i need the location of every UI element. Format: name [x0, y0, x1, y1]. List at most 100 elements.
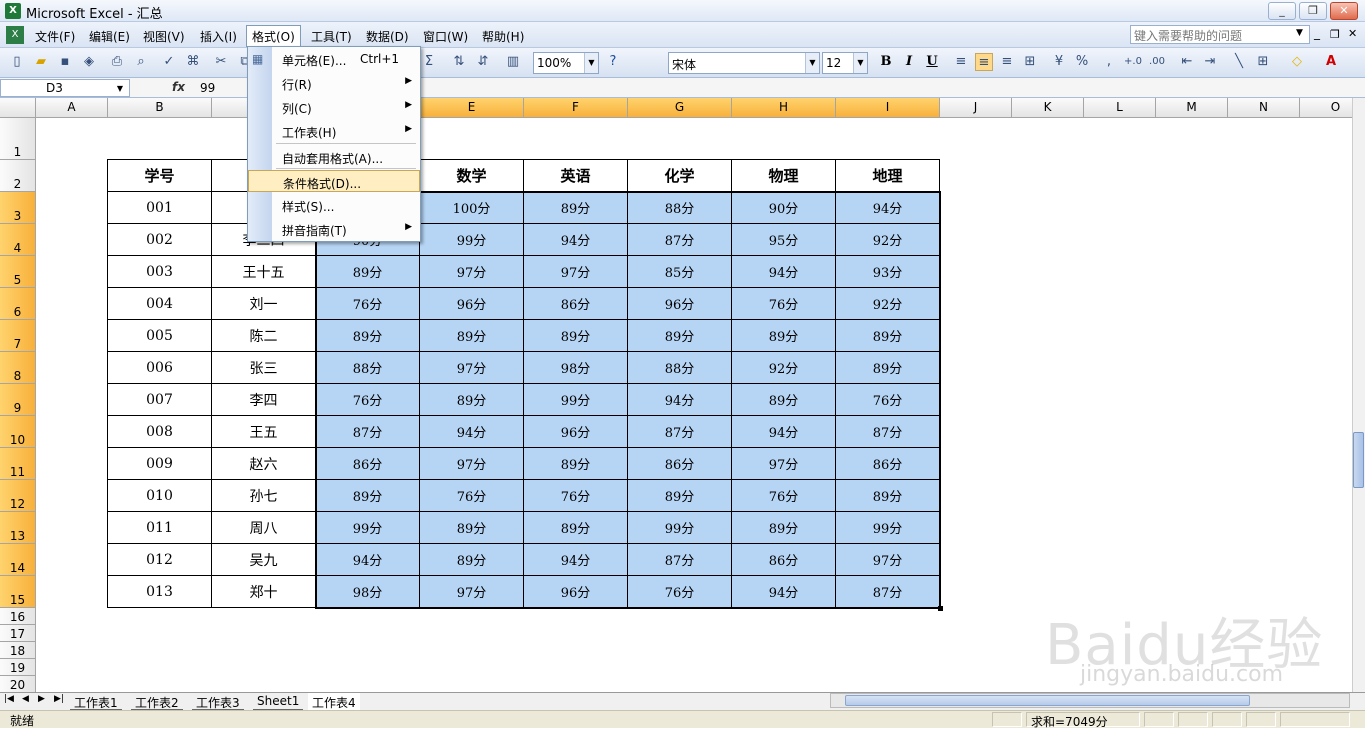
- format-menu-item-6[interactable]: 样式(S)...: [248, 194, 420, 216]
- column-header-L[interactable]: L: [1084, 98, 1156, 118]
- table-cell[interactable]: 89分: [732, 320, 836, 352]
- format-menu-item-3[interactable]: 工作表(H) ▶: [248, 120, 420, 142]
- table-cell[interactable]: 100分: [420, 192, 524, 224]
- prev-sheet-icon[interactable]: ◀: [22, 694, 29, 704]
- table-cell[interactable]: 98分: [316, 576, 420, 608]
- sheet-tab-4[interactable]: Sheet1: [253, 693, 304, 710]
- menu-view[interactable]: 视图(V): [138, 26, 190, 45]
- borders-icon[interactable]: ⊞: [1254, 53, 1272, 71]
- last-sheet-icon[interactable]: ▶|: [54, 694, 64, 704]
- table-cell[interactable]: 89分: [836, 480, 940, 512]
- comma-style-icon[interactable]: ,: [1100, 53, 1118, 71]
- menu-edit[interactable]: 编辑(E): [84, 26, 135, 45]
- currency-icon[interactable]: ¥: [1050, 53, 1068, 71]
- table-cell[interactable]: 76分: [732, 288, 836, 320]
- table-cell[interactable]: 孙七: [212, 480, 316, 512]
- table-cell[interactable]: 吴九: [212, 544, 316, 576]
- format-menu-item-1[interactable]: 行(R) ▶: [248, 72, 420, 94]
- format-menu-item-5[interactable]: 条件格式(D)...: [248, 170, 420, 192]
- table-cell[interactable]: 76分: [524, 480, 628, 512]
- row-header-19[interactable]: 19: [0, 659, 36, 676]
- table-cell[interactable]: 89分: [524, 512, 628, 544]
- table-cell[interactable]: 88分: [316, 352, 420, 384]
- table-cell[interactable]: 94分: [628, 384, 732, 416]
- chevron-down-icon[interactable]: ▼: [584, 53, 598, 73]
- menu-insert[interactable]: 插入(I): [195, 26, 242, 45]
- doc-close-button[interactable]: ✕: [1348, 27, 1357, 40]
- font-name-select[interactable]: 宋体 ▼: [668, 52, 820, 74]
- horizontal-scroll-thumb[interactable]: [845, 695, 1250, 706]
- column-header-J[interactable]: J: [940, 98, 1012, 118]
- sort-ascending-icon[interactable]: ⇅: [450, 53, 468, 71]
- row-header-4[interactable]: 4: [0, 224, 36, 256]
- menu-tools[interactable]: 工具(T): [306, 26, 357, 45]
- menu-file[interactable]: 文件(F): [30, 26, 80, 45]
- table-cell[interactable]: 005: [108, 320, 212, 352]
- table-cell[interactable]: 郑十: [212, 576, 316, 608]
- table-cell[interactable]: 96分: [628, 288, 732, 320]
- table-cell[interactable]: 89分: [628, 320, 732, 352]
- chevron-down-icon[interactable]: ▼: [805, 53, 819, 73]
- select-all-corner[interactable]: [0, 98, 36, 118]
- merge-center-icon[interactable]: ⊞: [1021, 53, 1039, 71]
- table-cell[interactable]: 97分: [420, 576, 524, 608]
- table-cell[interactable]: 89分: [524, 448, 628, 480]
- chart-wizard-icon[interactable]: ▥: [504, 53, 522, 71]
- table-cell[interactable]: 013: [108, 576, 212, 608]
- zoom-select[interactable]: 100% ▼: [533, 52, 599, 74]
- percent-icon[interactable]: %: [1073, 53, 1091, 71]
- table-cell[interactable]: 006: [108, 352, 212, 384]
- column-header-G[interactable]: G: [628, 98, 732, 118]
- row-header-2[interactable]: 2: [0, 160, 36, 192]
- table-cell[interactable]: 004: [108, 288, 212, 320]
- bold-button[interactable]: B: [877, 53, 895, 71]
- chevron-down-icon[interactable]: ▼: [853, 53, 867, 73]
- row-header-9[interactable]: 9: [0, 384, 36, 416]
- new-icon[interactable]: ▯: [8, 53, 26, 71]
- sheet-tab-1[interactable]: 工作表1: [70, 693, 122, 710]
- row-header-16[interactable]: 16: [0, 608, 36, 625]
- column-header-N[interactable]: N: [1228, 98, 1300, 118]
- table-cell[interactable]: 92分: [732, 352, 836, 384]
- table-cell[interactable]: 96分: [420, 288, 524, 320]
- table-cell[interactable]: 99分: [628, 512, 732, 544]
- row-header-7[interactable]: 7: [0, 320, 36, 352]
- draw-line-icon[interactable]: ╲: [1230, 53, 1248, 71]
- decrease-indent-icon[interactable]: ⇤: [1178, 53, 1196, 71]
- table-cell[interactable]: 88分: [628, 192, 732, 224]
- table-cell[interactable]: 96分: [524, 576, 628, 608]
- table-cell[interactable]: 刘一: [212, 288, 316, 320]
- document-icon[interactable]: X: [6, 26, 24, 44]
- format-menu-item-4[interactable]: 自动套用格式(A)...: [248, 146, 420, 168]
- research-icon[interactable]: ⌘: [184, 53, 202, 71]
- align-right-icon[interactable]: ≡: [998, 53, 1016, 71]
- formula-input[interactable]: 99: [200, 81, 215, 95]
- help-icon[interactable]: ?: [604, 53, 622, 71]
- table-cell[interactable]: 王五: [212, 416, 316, 448]
- format-menu-item-2[interactable]: 列(C) ▶: [248, 96, 420, 118]
- table-cell[interactable]: 89分: [732, 512, 836, 544]
- table-cell[interactable]: 010: [108, 480, 212, 512]
- decrease-decimal-icon[interactable]: .00: [1148, 53, 1166, 71]
- sheet-tab-2[interactable]: 工作表2: [131, 693, 183, 710]
- help-dropdown-icon[interactable]: ▼: [1296, 28, 1303, 38]
- table-cell[interactable]: 92分: [836, 224, 940, 256]
- row-header-14[interactable]: 14: [0, 544, 36, 576]
- align-center-icon[interactable]: ≡: [975, 53, 993, 71]
- table-cell[interactable]: 李四: [212, 384, 316, 416]
- table-header-cell[interactable]: 地理: [836, 160, 940, 192]
- table-header-cell[interactable]: 化学: [628, 160, 732, 192]
- table-cell[interactable]: 97分: [524, 256, 628, 288]
- row-header-17[interactable]: 17: [0, 625, 36, 642]
- table-cell[interactable]: 011: [108, 512, 212, 544]
- table-cell[interactable]: 87分: [628, 224, 732, 256]
- table-cell[interactable]: 86分: [316, 448, 420, 480]
- autosum-icon[interactable]: Σ: [420, 53, 438, 71]
- font-color-icon[interactable]: A: [1322, 53, 1340, 71]
- menu-help[interactable]: 帮助(H): [477, 26, 529, 45]
- table-cell[interactable]: 87分: [316, 416, 420, 448]
- table-cell[interactable]: 88分: [628, 352, 732, 384]
- table-header-cell[interactable]: 数学: [420, 160, 524, 192]
- table-cell[interactable]: 87分: [628, 544, 732, 576]
- save-icon[interactable]: ▪: [56, 53, 74, 71]
